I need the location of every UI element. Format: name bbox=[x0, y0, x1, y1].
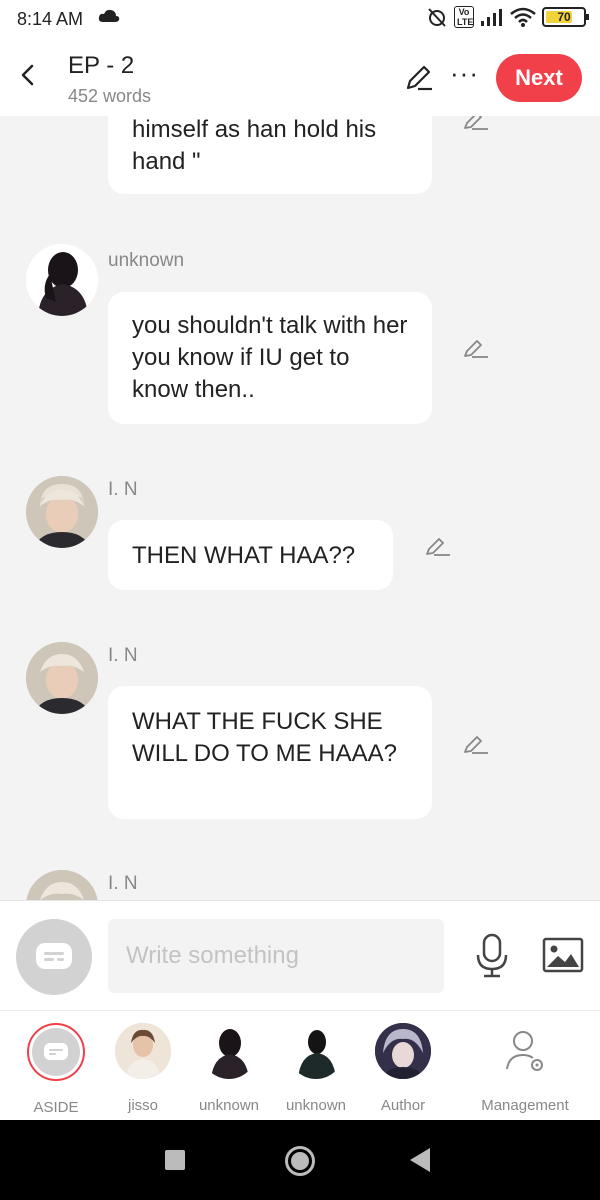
avatar-in[interactable] bbox=[26, 642, 98, 714]
avatar-unknown bbox=[288, 1023, 344, 1079]
message-bubble[interactable]: WHAT THE FUCK SHE WILL DO TO ME HAAA? bbox=[108, 686, 432, 819]
alarm-off-icon bbox=[428, 8, 446, 27]
message-text: you shouldn't talk with her you know if … bbox=[132, 312, 408, 403]
character-label: unknown bbox=[198, 1097, 260, 1114]
message-text: THEN WHAT HAA?? bbox=[132, 542, 356, 569]
system-back-button[interactable] bbox=[410, 1148, 430, 1172]
avatar-author bbox=[375, 1023, 431, 1079]
sender-name: I. N bbox=[108, 645, 138, 666]
character-aside[interactable]: ASIDE bbox=[11, 1023, 101, 1116]
avatar-jisso bbox=[115, 1023, 171, 1079]
character-author[interactable]: Author bbox=[358, 1023, 448, 1114]
back-arrow-icon[interactable] bbox=[14, 60, 44, 90]
message-text: himself as han hold his hand " bbox=[132, 116, 377, 175]
character-unknown-2[interactable]: unknown bbox=[271, 1023, 361, 1114]
signal-icon bbox=[481, 9, 502, 26]
aside-toggle-button[interactable] bbox=[16, 919, 92, 995]
wifi-icon bbox=[510, 7, 536, 27]
edit-message-icon[interactable] bbox=[462, 734, 490, 756]
home-button[interactable] bbox=[285, 1146, 315, 1176]
word-count: 452 words bbox=[68, 86, 152, 106]
edit-message-icon[interactable] bbox=[462, 338, 490, 360]
message-bubble[interactable]: THEN WHAT HAA?? bbox=[108, 520, 393, 590]
portrait-icon bbox=[26, 870, 98, 900]
silhouette-icon bbox=[26, 244, 98, 316]
edit-title-icon[interactable] bbox=[404, 62, 434, 92]
aside-chat-icon bbox=[36, 943, 72, 969]
character-label: jisso bbox=[127, 1097, 158, 1114]
character-label: ASIDE bbox=[33, 1099, 79, 1116]
microphone-icon[interactable] bbox=[474, 933, 510, 979]
next-button[interactable]: Next bbox=[496, 54, 582, 102]
volte-icon: Vo LTE bbox=[454, 6, 474, 28]
system-nav-bar bbox=[0, 1120, 600, 1200]
compose-bar bbox=[0, 900, 600, 1010]
portrait-icon bbox=[26, 476, 98, 548]
user-settings-icon bbox=[506, 1031, 543, 1071]
avatar-unknown[interactable] bbox=[26, 244, 98, 316]
message-bubble[interactable]: himself as han hold his hand " bbox=[108, 116, 432, 194]
character-management[interactable]: Management bbox=[470, 1023, 580, 1114]
episode-title[interactable]: EP - 2 bbox=[68, 52, 134, 80]
character-jisso[interactable]: jisso bbox=[98, 1023, 188, 1114]
character-unknown-1[interactable]: unknown bbox=[184, 1023, 274, 1114]
avatar-unknown bbox=[201, 1023, 257, 1079]
portrait-icon bbox=[26, 642, 98, 714]
edit-message-icon[interactable] bbox=[462, 116, 490, 132]
message-text: WHAT THE FUCK SHE WILL DO TO ME HAAA? bbox=[132, 708, 397, 767]
status-bar: 8:14 AM Vo LTE 70 bbox=[0, 0, 600, 40]
editor-header: EP - 2 452 words ··· Next bbox=[0, 40, 600, 116]
character-label: unknown bbox=[285, 1097, 347, 1114]
more-options-button[interactable]: ··· bbox=[450, 58, 479, 89]
battery-level: 70 bbox=[557, 10, 571, 24]
sender-name: unknown bbox=[108, 250, 185, 271]
edit-message-icon[interactable] bbox=[424, 536, 452, 558]
image-upload-icon[interactable] bbox=[542, 937, 584, 973]
character-bar: ASIDE jisso unknown unknown Author Manag… bbox=[0, 1010, 600, 1120]
recent-apps-button[interactable] bbox=[165, 1150, 185, 1170]
status-time: 8:14 AM bbox=[17, 9, 84, 29]
sender-name: I. N bbox=[108, 873, 138, 894]
sender-name: I. N bbox=[108, 479, 138, 500]
message-bubble[interactable]: you shouldn't talk with her you know if … bbox=[108, 292, 432, 424]
message-input[interactable] bbox=[108, 919, 444, 993]
battery-icon: 70 bbox=[542, 7, 589, 27]
status-icons: Vo LTE 70 bbox=[426, 6, 589, 28]
character-label: Author bbox=[380, 1097, 426, 1114]
avatar-in[interactable] bbox=[26, 476, 98, 548]
chat-list: himself as han hold his hand " unknown y… bbox=[0, 116, 600, 900]
cloud-icon bbox=[98, 9, 120, 22]
avatar-in[interactable] bbox=[26, 870, 98, 900]
character-label: Management bbox=[481, 1097, 569, 1114]
aside-chat-icon bbox=[44, 1043, 68, 1060]
